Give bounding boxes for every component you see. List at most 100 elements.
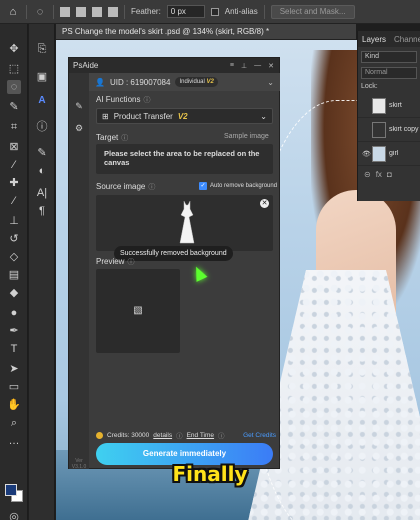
- tools-panel: ✥ ⬚ ◌ ✎ ⌗ ⊠ ⁄ ✚ ⁄ ⊥ ↺ ◇ ▤ ◆ ● ✒ T ➤ ▭ ✋ …: [0, 24, 28, 520]
- info-icon[interactable]: ⓘ: [148, 184, 155, 191]
- feather-label: Feather:: [131, 7, 161, 16]
- dodge-tool-icon[interactable]: ●: [7, 306, 21, 320]
- coin-icon: [96, 431, 103, 439]
- credits-row: Credits: 30000 details ⓘ End Time ⓘ Get …: [96, 430, 276, 440]
- psaide-sidebar: ✎ ⚙ Ver V3.1.0: [69, 73, 89, 470]
- feather-input[interactable]: 0 px: [166, 5, 205, 18]
- lasso-tool-icon[interactable]: ◌: [33, 5, 47, 19]
- select-and-mask-button[interactable]: Select and Mask...: [270, 4, 355, 19]
- layer-name: skirt: [389, 102, 402, 109]
- divider: [263, 4, 265, 19]
- edit-icon[interactable]: ✎: [74, 101, 84, 111]
- crop-tool-icon[interactable]: ⌗: [7, 120, 21, 134]
- psaide-title-bar: PsAide ≡ ⊥ — ✕: [69, 58, 279, 73]
- get-credits-link[interactable]: Get Credits: [243, 432, 276, 439]
- psaide-plugin-icon[interactable]: A: [35, 94, 49, 108]
- move-tool-icon[interactable]: ✥: [7, 42, 21, 56]
- history-brush-icon[interactable]: ↺: [7, 232, 21, 246]
- psaide-panel: PsAide ≡ ⊥ — ✕ ✎ ⚙ Ver V3.1.0 👤 UID : 61…: [68, 57, 280, 470]
- rectangle-tool-icon[interactable]: ▭: [7, 380, 21, 394]
- brushes-panel-icon[interactable]: ✎: [35, 146, 49, 160]
- divider: [124, 4, 125, 19]
- zoom-tool-icon[interactable]: ⌕: [7, 416, 21, 430]
- layer-row[interactable]: skirt: [358, 94, 420, 118]
- document-tab[interactable]: PS Change the model's skirt .psd @ 134% …: [56, 24, 356, 40]
- settings-gear-icon[interactable]: ⚙: [74, 123, 84, 133]
- marquee-tool-icon[interactable]: ⬚: [7, 62, 21, 76]
- color-panel-icon[interactable]: ◐: [35, 164, 49, 178]
- details-link[interactable]: details: [153, 432, 172, 439]
- ai-function-select[interactable]: ⊞ Product Transfer V2 ⌄: [96, 108, 273, 124]
- blend-mode-select[interactable]: Normal: [361, 67, 417, 79]
- intersect-selection-icon[interactable]: [108, 6, 118, 17]
- eraser-tool-icon[interactable]: ◇: [7, 250, 21, 264]
- anti-alias-checkbox[interactable]: [210, 7, 219, 16]
- brush-tool-icon[interactable]: ⁄: [7, 194, 21, 208]
- help-icon[interactable]: ⓘ: [176, 430, 183, 440]
- paragraph-panel-icon[interactable]: ¶: [35, 204, 49, 218]
- blur-tool-icon[interactable]: ◆: [7, 286, 21, 300]
- home-icon[interactable]: ⌂: [6, 5, 20, 19]
- divider: [26, 4, 27, 19]
- link-layers-icon[interactable]: ⊝: [364, 170, 371, 179]
- hand-tool-icon[interactable]: ✋: [7, 398, 21, 412]
- character-panel-icon[interactable]: A|: [35, 186, 49, 200]
- path-select-icon[interactable]: ➤: [7, 362, 21, 376]
- dress-thumbnail: [179, 200, 195, 244]
- new-selection-icon[interactable]: [60, 6, 70, 17]
- type-tool-icon[interactable]: T: [7, 342, 21, 356]
- options-bar: ⌂ ◌ Feather: 0 px Anti-alias Select and …: [0, 0, 420, 24]
- add-mask-icon[interactable]: ◘: [387, 170, 392, 179]
- info-icon[interactable]: ⓘ: [121, 135, 128, 142]
- grid-icon: ⊞: [102, 111, 109, 121]
- sample-image-link[interactable]: Sample image: [224, 133, 269, 140]
- layer-name: skirt copy: [389, 126, 419, 133]
- layer-row[interactable]: skirt copy: [358, 118, 420, 142]
- preview-heading: Preview ⓘ: [96, 257, 135, 266]
- chevron-down-icon[interactable]: ⌄: [267, 78, 280, 87]
- layers-footer: ⊝ fx ◘: [358, 166, 420, 182]
- image-placeholder-icon: ▧: [133, 305, 143, 316]
- pin-icon[interactable]: ⊥: [241, 62, 247, 70]
- anti-alias-label: Anti-alias: [224, 7, 258, 16]
- frame-tool-icon[interactable]: ⊠: [7, 140, 21, 154]
- add-to-selection-icon[interactable]: [76, 6, 86, 17]
- chevron-down-icon: ⌄: [260, 111, 267, 121]
- source-image-dropzone[interactable]: ✕: [96, 195, 273, 251]
- menu-icon[interactable]: ≡: [230, 62, 234, 70]
- more-tools-icon[interactable]: …: [7, 434, 21, 448]
- remove-image-icon[interactable]: ✕: [260, 199, 269, 208]
- preview-area[interactable]: ▧: [96, 269, 180, 353]
- healing-brush-icon[interactable]: ✚: [7, 176, 21, 190]
- fx-button[interactable]: fx: [376, 170, 382, 179]
- foreground-color-swatch[interactable]: [5, 484, 17, 496]
- auto-remove-background-toggle[interactable]: ✓ Auto remove background: [199, 182, 277, 190]
- info-panel-icon[interactable]: ⓘ: [35, 120, 49, 134]
- tab-channels[interactable]: Channels: [390, 35, 420, 44]
- gradient-tool-icon[interactable]: ▤: [7, 268, 21, 282]
- source-image-heading: Source image ⓘ: [96, 182, 156, 191]
- minimize-icon[interactable]: —: [254, 62, 261, 70]
- end-time-link[interactable]: End Time: [187, 432, 214, 439]
- history-panel-icon[interactable]: ⎘: [35, 42, 49, 56]
- eye-icon[interactable]: 👁: [362, 150, 371, 158]
- checkbox-checked-icon[interactable]: ✓: [199, 182, 207, 190]
- pen-tool-icon[interactable]: ✒: [7, 324, 21, 338]
- help-icon[interactable]: ⓘ: [218, 430, 225, 440]
- eyedropper-tool-icon[interactable]: ⁄: [7, 158, 21, 172]
- subtract-selection-icon[interactable]: [92, 6, 102, 17]
- target-area-message[interactable]: Please select the area to be replaced on…: [96, 144, 273, 174]
- layer-row[interactable]: 👁 girl: [358, 142, 420, 166]
- tab-layers[interactable]: Layers: [358, 35, 390, 44]
- layer-kind-filter[interactable]: Kind: [361, 51, 417, 63]
- layer-thumbnail: [372, 145, 386, 162]
- quick-mask-icon[interactable]: ◎: [7, 510, 21, 520]
- comments-panel-icon[interactable]: ▣: [35, 70, 49, 84]
- quick-select-tool-icon[interactable]: ✎: [7, 100, 21, 114]
- lasso-tool-icon[interactable]: ◌: [7, 80, 21, 94]
- info-icon[interactable]: ⓘ: [127, 259, 134, 266]
- clone-stamp-icon[interactable]: ⊥: [7, 214, 21, 228]
- info-icon[interactable]: ⓘ: [143, 97, 150, 104]
- account-row: 👤 UID : 619007084 Individual V2 ⌄: [89, 73, 280, 91]
- close-icon[interactable]: ✕: [268, 62, 274, 70]
